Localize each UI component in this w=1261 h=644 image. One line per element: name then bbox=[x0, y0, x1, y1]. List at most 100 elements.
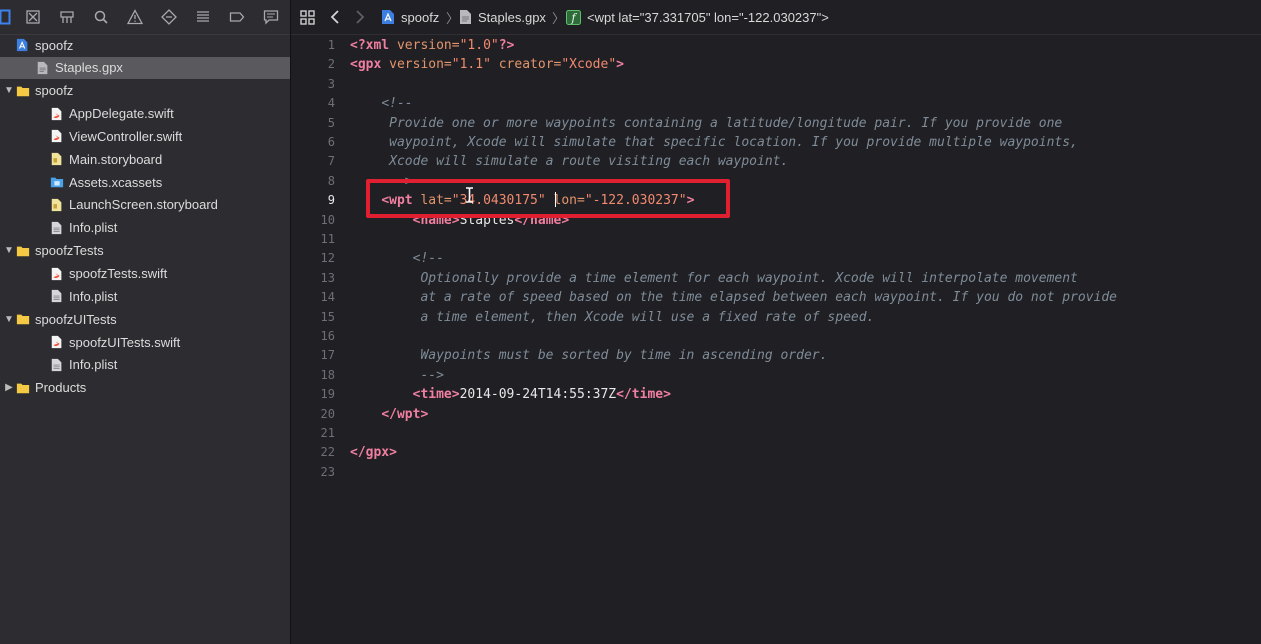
plist-file-icon bbox=[50, 358, 64, 372]
find-icon[interactable] bbox=[92, 8, 110, 26]
disclosure-triangle-icon[interactable]: ▼ bbox=[2, 314, 16, 325]
code-line[interactable]: waypoint, Xcode will simulate that speci… bbox=[350, 133, 1078, 152]
tree-item-label: Staples.gpx bbox=[55, 60, 123, 76]
folder-icon bbox=[16, 381, 30, 395]
tree-item-label: spoofzTests.swift bbox=[69, 266, 168, 281]
line-number: 7 bbox=[327, 154, 335, 169]
breadcrumb-separator: 〉 bbox=[552, 11, 566, 26]
line-number: 21 bbox=[320, 426, 335, 440]
tree-item-label: Main.storyboard bbox=[69, 151, 163, 167]
text-caret bbox=[555, 192, 556, 207]
source-control-icon[interactable] bbox=[24, 8, 42, 26]
report-icon[interactable] bbox=[262, 8, 280, 26]
tree-file-row[interactable]: LaunchScreen.storyboard bbox=[0, 194, 290, 216]
code-line[interactable]: </gpx> bbox=[350, 443, 397, 462]
folder-icon bbox=[16, 244, 30, 258]
line-number: 13 bbox=[320, 270, 335, 285]
tree-folder-row[interactable]: ▼ spoofzUITests bbox=[0, 308, 290, 330]
tree-folder-row[interactable]: ▶ Products bbox=[0, 377, 290, 399]
tree-folder-row[interactable]: ▼ spoofzTests bbox=[0, 240, 290, 262]
tree-file-row[interactable]: ViewController.swift bbox=[0, 125, 290, 147]
tree-file-row[interactable]: Main.storyboard bbox=[0, 148, 290, 170]
code-line[interactable]: at a rate of speed based on the time ela… bbox=[350, 288, 1117, 307]
breakpoint-icon[interactable] bbox=[228, 8, 246, 26]
tree-file-row[interactable]: Info.plist bbox=[0, 285, 290, 307]
code-line[interactable]: <gpx version="1.1" creator="Xcode"> bbox=[350, 55, 624, 74]
tree-file-row[interactable]: spoofzTests.swift bbox=[0, 263, 290, 285]
line-number: 6 bbox=[327, 135, 335, 149]
code-line[interactable]: <!-- bbox=[350, 94, 413, 113]
tree-file-row[interactable]: AppDelegate.swift bbox=[0, 103, 290, 125]
tree-file-row[interactable]: Info.plist bbox=[0, 354, 290, 376]
tree-item-label: AppDelegate.swift bbox=[69, 106, 174, 122]
tree-folder-row[interactable]: ▼ spoofz bbox=[0, 80, 290, 102]
code-token-comment: <!-- bbox=[381, 96, 413, 112]
jumpbar-project[interactable]: spoofz bbox=[381, 9, 439, 25]
disclosure-triangle-icon[interactable]: ▼ bbox=[2, 85, 16, 96]
back-chevron-icon[interactable] bbox=[330, 9, 340, 25]
source-editor[interactable]: 1 2 3 4 5 6 7 8 9 10 11 12 13 14 15 16 17 18 19 20 21 22 23 <?… bbox=[291, 35, 1261, 644]
code-token-comment: <!-- bbox=[412, 251, 444, 267]
code-token-comment: --> bbox=[350, 173, 413, 189]
folder-icon bbox=[16, 84, 30, 98]
line-number: 12 bbox=[320, 251, 335, 266]
folder-icon[interactable] bbox=[0, 8, 12, 26]
code-line[interactable]: Xcode will simulate a route visiting eac… bbox=[350, 152, 788, 171]
line-number: 16 bbox=[320, 329, 335, 343]
storyboard-file-icon bbox=[50, 152, 64, 166]
code-token-tag: <time> bbox=[412, 387, 460, 403]
tree-file-row[interactable]: spoofz bbox=[0, 34, 290, 56]
jumpbar-symbol[interactable]: f <wpt lat="37.331705" lon="-122.030237"… bbox=[566, 9, 829, 25]
code-token-tag: ?> bbox=[498, 38, 515, 53]
forward-chevron-icon[interactable] bbox=[355, 9, 365, 25]
code-token-attr: version= bbox=[396, 38, 460, 53]
folder-icon bbox=[16, 312, 30, 326]
jumpbar-file[interactable]: Staples.gpx bbox=[459, 9, 546, 25]
code-line[interactable]: --> bbox=[350, 172, 413, 191]
line-number: 4 bbox=[327, 96, 335, 111]
tree-file-row[interactable]: Info.plist bbox=[0, 217, 290, 239]
code-token-text: Staples bbox=[459, 212, 515, 228]
code-line[interactable]: --> bbox=[350, 366, 443, 385]
code-line[interactable]: <name>Staples</name> bbox=[350, 211, 570, 230]
code-line[interactable]: <?xml version="1.0"?> bbox=[350, 36, 514, 55]
disclosure-triangle-icon[interactable]: ▶ bbox=[2, 382, 16, 393]
code-line[interactable]: Waypoints must be sorted by time in asce… bbox=[350, 346, 827, 365]
jumpbar-file-label: Staples.gpx bbox=[478, 9, 546, 25]
function-symbol-icon: f bbox=[566, 9, 581, 25]
code-token-comment: Xcode will simulate a route visiting eac… bbox=[350, 154, 789, 170]
code-line[interactable]: <time>2014-09-24T14:55:37Z</time> bbox=[350, 385, 671, 404]
code-token-tag: > bbox=[686, 193, 695, 209]
code-line[interactable]: Optionally provide a time element for ea… bbox=[350, 269, 1077, 288]
tree-file-row[interactable]: Assets.xcassets bbox=[0, 171, 290, 193]
code-line[interactable]: </wpt> bbox=[350, 405, 428, 424]
code-token-comment: Provide one or more waypoints containing… bbox=[350, 115, 1063, 131]
tree-file-row[interactable]: spoofzUITests.swift bbox=[0, 331, 290, 353]
symbol-navigator-icon[interactable] bbox=[58, 8, 76, 26]
code-line[interactable]: Provide one or more waypoints containing… bbox=[350, 114, 1062, 133]
plist-file-icon bbox=[50, 221, 64, 235]
line-number: 2 bbox=[327, 57, 335, 72]
code-line[interactable]: <!-- bbox=[350, 249, 444, 268]
test-icon[interactable] bbox=[160, 8, 178, 26]
tree-file-row[interactable]: Staples.gpx bbox=[0, 56, 290, 79]
related-items-grid-icon[interactable] bbox=[300, 9, 315, 25]
code-line[interactable]: a time element, then Xcode will use a fi… bbox=[350, 308, 874, 327]
gpx-file-icon bbox=[459, 9, 472, 25]
code-line[interactable]: <wpt lat="34.0430175" lon="-122.030237"> bbox=[350, 191, 694, 210]
tree-item-label: Products bbox=[35, 380, 87, 396]
code-token-comment: at a rate of speed based on the time ela… bbox=[350, 290, 1118, 306]
ibeam-cursor-icon bbox=[466, 187, 473, 203]
issue-icon[interactable] bbox=[126, 8, 144, 26]
debug-icon[interactable] bbox=[194, 8, 212, 26]
code-token-tag: <wpt bbox=[381, 193, 413, 209]
line-number: 18 bbox=[320, 367, 335, 382]
disclosure-triangle-icon[interactable]: ▼ bbox=[2, 245, 16, 256]
plist-file-icon bbox=[50, 289, 64, 303]
